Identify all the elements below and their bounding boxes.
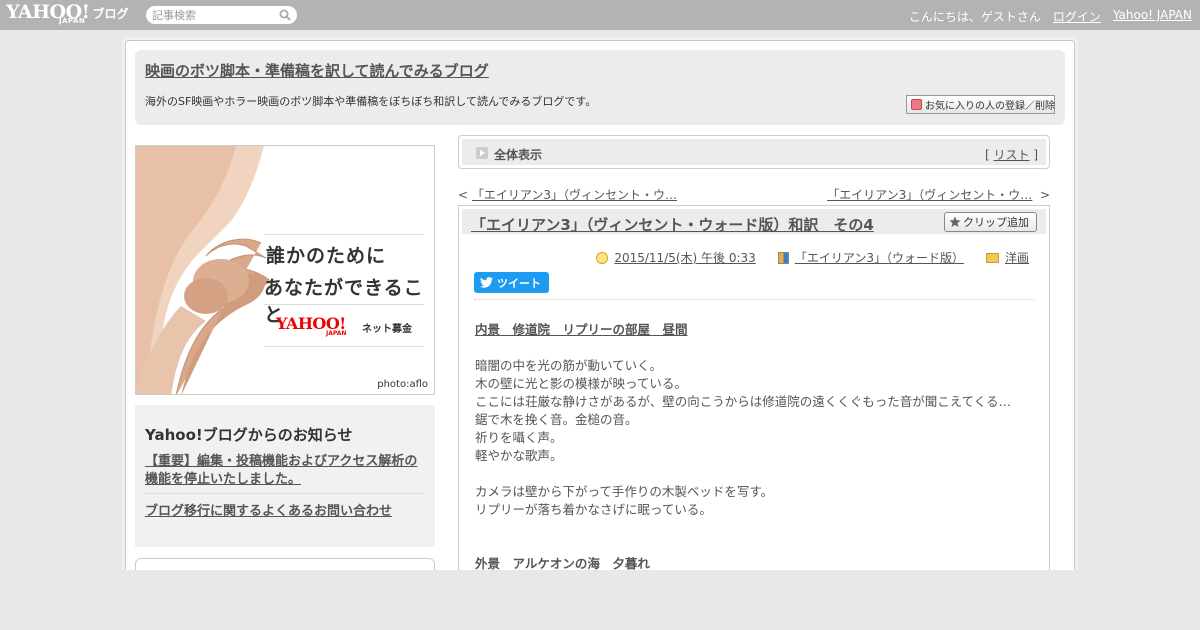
search-box <box>146 6 297 24</box>
top-right-links: こんにちは、ゲストさん ログイン Yahoo! JAPAN <box>909 8 1192 25</box>
next-article-link[interactable]: 「エイリアン3」（ヴィンセント・ウ… <box>827 188 1032 202</box>
yahoo-blog-logo[interactable]: YAHOO! JAPAN ブログ <box>6 2 129 28</box>
next-arrow: > <box>1032 188 1050 202</box>
banner-rule-top <box>264 234 424 235</box>
article-body-line: ここには荘厳な静けさがあるが、壁の向こうからは修道院の遠くくぐもった音が聞こえて… <box>475 394 1012 409</box>
article-body-line: 内景 修道院 リプリーの部屋 昼間 <box>475 322 688 337</box>
list-bracket-close: ] <box>1029 148 1038 162</box>
list-link[interactable]: リスト <box>993 148 1029 162</box>
banner-photo-credit: photo:aflo <box>377 379 428 390</box>
article-body-line <box>475 339 1040 357</box>
search-icon[interactable] <box>279 9 291 21</box>
tweet-label: ツイート <box>497 276 541 290</box>
article-body: 内景 修道院 リプリーの部屋 昼間 暗闇の中を光の筋が動いていく。木の壁に光と影の… <box>475 321 1040 573</box>
article-genre-link[interactable]: 洋画 <box>1005 249 1029 266</box>
all-view-bar: 全体表示 [ リスト ] <box>458 135 1050 169</box>
all-view-label: 全体表示 <box>494 148 543 162</box>
greeting-text: こんにちは、ゲストさん <box>908 10 1041 24</box>
banner-rule-footer <box>264 346 424 347</box>
article-meta: 2015/11/5(木) 午後 0:33 「エイリアン3」（ウォード版） 洋画 <box>596 249 1029 266</box>
article-body-line: 鋸で木を挽く音。金槌の音。 <box>475 412 638 427</box>
article-body-line: 暗闇の中を光の筋が動いていく。 <box>475 358 663 373</box>
article-datetime-link[interactable]: 2015/11/5(木) 午後 0:33 <box>614 249 755 266</box>
article-body-line: 軽やかな歌声。 <box>475 448 563 463</box>
clip-add-button[interactable]: クリップ追加 <box>944 212 1037 232</box>
logo-japan-text: JAPAN <box>59 17 86 25</box>
search-input[interactable] <box>152 7 276 23</box>
banner-line1: 誰かのために <box>266 245 387 267</box>
book-icon <box>777 251 789 264</box>
banner-rule-bottom <box>264 304 424 305</box>
article-body-line <box>475 537 1040 555</box>
next-article-nav: 「エイリアン3」（ヴィンセント・ウ… > <box>827 186 1050 203</box>
page-footer-band <box>0 570 1200 630</box>
article-divider <box>474 299 1034 300</box>
favorite-register-button[interactable]: お気に入りの人の登録／削除 <box>906 95 1055 114</box>
clip-add-label: クリップ追加 <box>963 216 1029 229</box>
yahoo-japan-link[interactable]: Yahoo! JAPAN <box>1113 8 1192 25</box>
banner-japan-text: JAPAN <box>326 330 347 337</box>
blog-title-link[interactable]: 映画のボツ脚本・準備稿を訳して読んでみるブログ <box>145 60 489 81</box>
twitter-bird-icon <box>480 277 493 288</box>
notice-divider <box>145 493 425 494</box>
article-body-line: 木の壁に光と影の模様が映っている。 <box>475 376 687 391</box>
favorite-button-label: お気に入りの人の登録／削除 <box>925 101 1055 112</box>
arrow-right-icon <box>476 147 488 159</box>
login-link[interactable]: ログイン <box>1053 8 1101 25</box>
notice-link-faq[interactable]: ブログ移行に関するよくあるお問い合わせ <box>145 500 392 519</box>
blog-description: 海外のSF映画やホラー映画のボツ脚本や準備稿をぼちぼち和訳して読んでみるブログで… <box>145 95 597 108</box>
donation-banner[interactable]: 誰かのために あなたができること YAHOO! JAPAN ネット募金 phot… <box>135 145 435 395</box>
blog-header: 映画のボツ脚本・準備稿を訳して読んでみるブログ 海外のSF映画やホラー映画のボツ… <box>135 50 1065 125</box>
logo-blog-text: ブログ <box>92 7 129 21</box>
article-body-line <box>475 465 1040 483</box>
article-body-line: カメラは壁から下がって手作りの木製ベッドを写す。 <box>475 484 774 499</box>
list-link-wrapper: [ リスト ] <box>985 146 1038 163</box>
heart-icon <box>911 99 922 110</box>
article-title-link[interactable]: 「エイリアン3」（ヴィンセント・ウォード版）和訳 その4 <box>471 214 874 235</box>
article-body-line: リプリーが落ち着かなさげに眠っている。 <box>475 502 712 517</box>
prev-arrow: < <box>458 188 472 202</box>
folder-icon <box>985 252 999 263</box>
prev-article-link[interactable]: 「エイリアン3」（ヴィンセント・ウ… <box>472 188 677 202</box>
article-header: 「エイリアン3」（ヴィンセント・ウォード版）和訳 その4 クリップ追加 <box>462 209 1046 234</box>
banner-donation-text: ネット募金 <box>362 324 412 335</box>
prev-article-nav: < 「エイリアン3」（ヴィンセント・ウ… <box>458 186 677 203</box>
handshake-image <box>136 146 272 394</box>
star-icon <box>949 216 961 227</box>
notice-title: Yahoo!ブログからのお知らせ <box>145 426 353 444</box>
article-category-link[interactable]: 「エイリアン3」（ウォード版） <box>795 249 964 266</box>
blog-notice-box: Yahoo!ブログからのお知らせ 【重要】編集・投稿機能およびアクセス解析の機能… <box>135 405 435 547</box>
clock-icon <box>596 251 609 264</box>
article-body-line <box>475 519 1040 537</box>
article: 「エイリアン3」（ヴィンセント・ウォード版）和訳 その4 クリップ追加 2015… <box>458 205 1050 585</box>
top-bar: YAHOO! JAPAN ブログ こんにちは、ゲストさん ログイン Yahoo!… <box>0 0 1200 30</box>
article-body-line: 祈りを囁く声。 <box>475 430 563 445</box>
tweet-button[interactable]: ツイート <box>474 272 549 293</box>
notice-link-important[interactable]: 【重要】編集・投稿機能およびアクセス解析の機能を停止いたしました。 <box>145 453 427 489</box>
